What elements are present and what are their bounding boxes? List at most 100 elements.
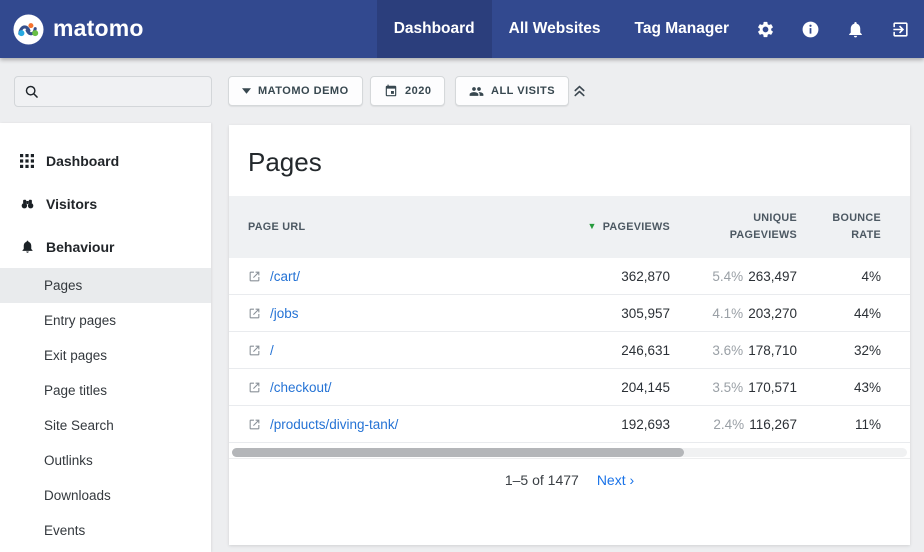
unique-pageviews-percent: 2.4% bbox=[713, 417, 744, 432]
sidebar-item-events[interactable]: Events bbox=[0, 513, 211, 548]
unique-pageviews-percent: 4.1% bbox=[712, 306, 743, 321]
column-header-page-url[interactable]: PAGE URL bbox=[248, 219, 480, 236]
sidebar-item-downloads[interactable]: Downloads bbox=[0, 478, 211, 513]
info-icon[interactable] bbox=[801, 20, 820, 39]
card-footer: 1–5 of 1477Next › bbox=[229, 458, 910, 488]
page-title: Pages bbox=[229, 125, 910, 178]
external-link-icon[interactable] bbox=[248, 418, 261, 431]
unique-pageviews-value: 203,270 bbox=[748, 306, 797, 321]
sidebar-item-label: Events bbox=[44, 523, 85, 538]
external-link-icon[interactable] bbox=[248, 344, 261, 357]
table-row[interactable]: /checkout/204,1453.5%170,57143% bbox=[229, 369, 910, 406]
table-header: PAGE URL ▼PAGEVIEWS UNIQUE PAGEVIEWS BOU… bbox=[229, 196, 910, 258]
bounce-rate-cell: 11% bbox=[797, 417, 881, 432]
bounce-rate-cell: 43% bbox=[797, 380, 881, 395]
table-body: /cart/362,8705.4%263,4974%/jobs305,9574.… bbox=[229, 258, 910, 443]
sort-desc-icon: ▼ bbox=[587, 221, 596, 231]
sidebar-item-label: Entry pages bbox=[44, 313, 116, 328]
pageviews-cell: 362,870 bbox=[480, 269, 670, 284]
sidebar-item-label: Site Search bbox=[44, 418, 114, 433]
sidebar-item-label: Behaviour bbox=[46, 239, 114, 255]
horizontal-scrollbar[interactable] bbox=[232, 448, 907, 457]
unique-pageviews-value: 263,497 bbox=[748, 269, 797, 284]
column-header-bounce-rate[interactable]: BOUNCE RATE bbox=[797, 210, 881, 243]
pageviews-cell: 305,957 bbox=[480, 306, 670, 321]
page-url-cell: /products/diving-tank/ bbox=[248, 417, 480, 432]
site-selector-button[interactable]: MATOMO DEMO bbox=[228, 76, 363, 106]
page-url-link[interactable]: /cart/ bbox=[270, 269, 300, 284]
table-row[interactable]: /246,6313.6%178,71032% bbox=[229, 332, 910, 369]
unique-pageviews-cell: 4.1% 203,270 bbox=[670, 306, 797, 321]
table-row[interactable]: /cart/362,870 5.4% 263,4974% bbox=[229, 258, 910, 295]
gear-icon[interactable] bbox=[756, 20, 775, 39]
column-header-unique-pageviews[interactable]: UNIQUE PAGEVIEWS bbox=[670, 210, 797, 243]
sidebar-item-entry-pages[interactable]: Entry pages bbox=[0, 303, 211, 338]
sidebar-item-label: Outlinks bbox=[44, 453, 93, 468]
segment-selector-label: ALL VISITS bbox=[491, 85, 555, 97]
site-selector-label: MATOMO DEMO bbox=[258, 85, 349, 97]
page-url-cell: /cart/ bbox=[248, 269, 480, 284]
nav-tab-dashboard[interactable]: Dashboard bbox=[377, 0, 492, 58]
external-link-icon[interactable] bbox=[248, 307, 261, 320]
matomo-app: matomo DashboardAll WebsitesTag Manager … bbox=[0, 0, 924, 552]
segment-selector-button[interactable]: ALL VISITS bbox=[455, 76, 569, 106]
unique-pageviews-cell: 3.6% 178,710 bbox=[670, 343, 797, 358]
matomo-logo-icon bbox=[13, 14, 44, 45]
sidebar-item-dashboard[interactable]: Dashboard bbox=[0, 139, 211, 182]
external-link-icon[interactable] bbox=[248, 381, 261, 394]
period-selector-button[interactable]: 2020 bbox=[370, 76, 445, 106]
bell-icon[interactable] bbox=[846, 20, 865, 39]
page-url-link[interactable]: /checkout/ bbox=[270, 380, 332, 395]
page-url-cell: /checkout/ bbox=[248, 380, 480, 395]
unique-pageviews-percent: 3.6% bbox=[712, 343, 743, 358]
sidebar-item-label: Pages bbox=[44, 278, 82, 293]
sidebar-item-exit-pages[interactable]: Exit pages bbox=[0, 338, 211, 373]
unique-pageviews-cell: 3.5%170,571 bbox=[670, 380, 797, 395]
search-input[interactable] bbox=[46, 83, 202, 100]
page-url-link[interactable]: /products/diving-tank/ bbox=[270, 417, 398, 432]
sidebar-item-label: Exit pages bbox=[44, 348, 107, 363]
search-box[interactable] bbox=[14, 76, 212, 107]
brand-name: matomo bbox=[53, 15, 144, 44]
sidebar-item-page-titles[interactable]: Page titles bbox=[0, 373, 211, 408]
unique-pageviews-value: 178,710 bbox=[748, 343, 797, 358]
nav-tab-all-websites[interactable]: All Websites bbox=[492, 0, 618, 58]
pageviews-cell: 204,145 bbox=[480, 380, 670, 395]
calendar-icon bbox=[384, 84, 398, 98]
sidebar-item-label: Page titles bbox=[44, 383, 107, 398]
sidebar-item-outlinks[interactable]: Outlinks bbox=[0, 443, 211, 478]
nav-tab-tag-manager[interactable]: Tag Manager bbox=[618, 0, 746, 58]
sidebar-item-behaviour[interactable]: Behaviour bbox=[0, 225, 211, 268]
matomo-logo[interactable]: matomo bbox=[0, 0, 144, 58]
external-link-icon[interactable] bbox=[248, 270, 261, 283]
next-page-link[interactable]: Next › bbox=[597, 472, 634, 488]
table-row[interactable]: /jobs305,9574.1%203,27044% bbox=[229, 295, 910, 332]
unique-pageviews-percent: 5.4% bbox=[712, 269, 743, 284]
page-url-link[interactable]: /jobs bbox=[270, 306, 299, 321]
table-row[interactable]: /products/diving-tank/192,693 2.4% 116,267… bbox=[229, 406, 910, 443]
nav-tabs: DashboardAll WebsitesTag Manager bbox=[377, 0, 746, 58]
scrollbar-thumb[interactable] bbox=[232, 448, 684, 457]
sidebar-menu: Dashboard Visitors Behaviour Pages Entry pag… bbox=[0, 123, 211, 548]
caret-down-icon bbox=[242, 88, 251, 94]
sidebar: Dashboard Visitors Behaviour Pages Entry pag… bbox=[0, 123, 211, 552]
signout-icon[interactable] bbox=[891, 20, 910, 39]
unique-pageviews-cell: 2.4% 116,267 bbox=[670, 417, 797, 432]
sidebar-item-label: Dashboard bbox=[46, 153, 119, 169]
collapse-toolbar-icon[interactable] bbox=[571, 82, 588, 99]
column-header-pageviews[interactable]: ▼PAGEVIEWS bbox=[480, 219, 670, 236]
unique-pageviews-value: 170,571 bbox=[748, 380, 797, 395]
sidebar-item-site-search[interactable]: Site Search bbox=[0, 408, 211, 443]
page-url-link[interactable]: / bbox=[270, 343, 274, 358]
nav-icons bbox=[746, 0, 924, 58]
sidebar-item-visitors[interactable]: Visitors bbox=[0, 182, 211, 225]
sidebar-item-label: Downloads bbox=[44, 488, 111, 503]
pageviews-cell: 246,631 bbox=[480, 343, 670, 358]
pageviews-cell: 192,693 bbox=[480, 417, 670, 432]
page-url-cell: /jobs bbox=[248, 306, 480, 321]
pagination: 1–5 of 1477Next › bbox=[229, 459, 910, 488]
top-navbar: matomo DashboardAll WebsitesTag Manager bbox=[0, 0, 924, 58]
bounce-rate-cell: 4% bbox=[797, 269, 881, 284]
unique-pageviews-value: 116,267 bbox=[749, 417, 797, 432]
sidebar-item-pages[interactable]: Pages bbox=[0, 268, 211, 303]
